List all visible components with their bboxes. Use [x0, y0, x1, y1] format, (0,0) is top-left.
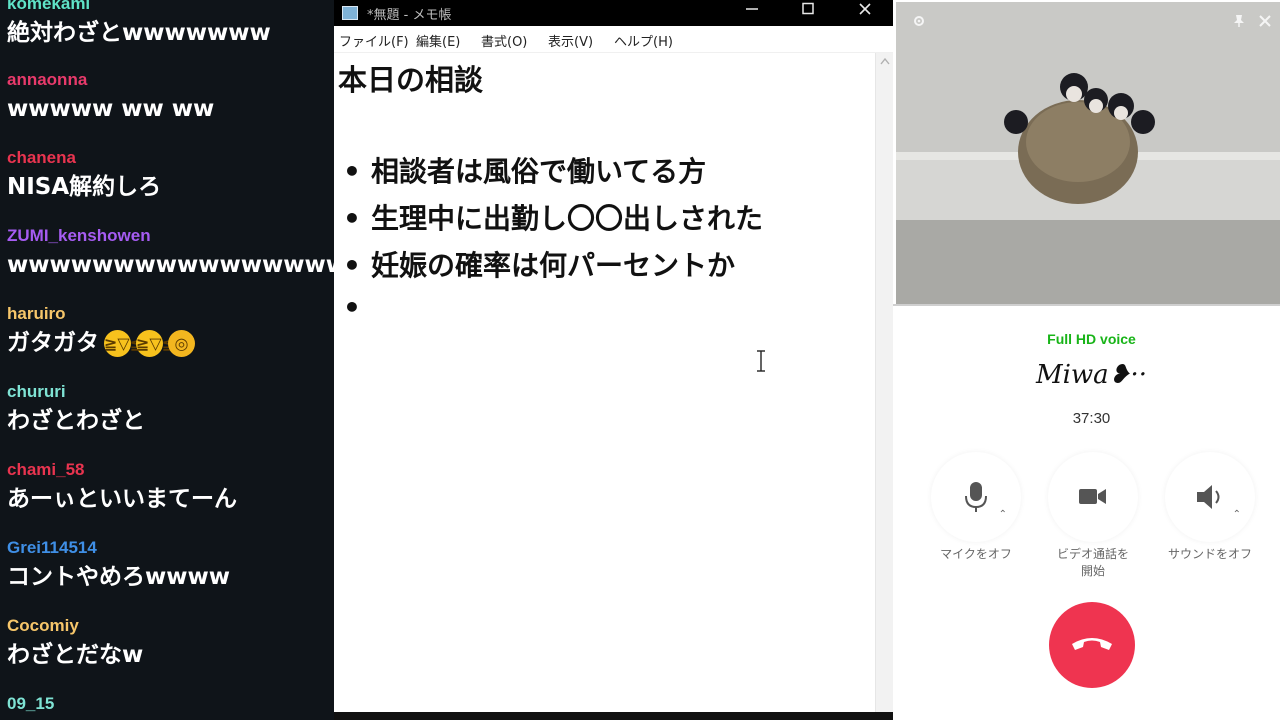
- maximize-icon: [802, 2, 814, 15]
- hang-up-phone-icon: [1072, 638, 1112, 650]
- chat-username: annaonna: [7, 70, 88, 89]
- start-video-label: ビデオ通話を 開始: [1035, 546, 1151, 580]
- chat-text: NISA解約しろ: [7, 174, 162, 200]
- chat-message: Grei114514 コントやめろwwww: [7, 537, 334, 593]
- close-icon: [859, 3, 871, 15]
- scream-emoji: ◎: [168, 330, 195, 357]
- video-camera-icon: [1079, 489, 1106, 504]
- bullet-text: 相談者は風俗で働いてる方: [371, 155, 707, 188]
- bullet-dot: •: [343, 155, 361, 188]
- mute-sound-button[interactable]: ⌃: [1165, 452, 1255, 542]
- end-call-button[interactable]: [1049, 602, 1135, 688]
- vertical-scrollbar[interactable]: [875, 53, 894, 713]
- bullet-text: 妊娠の確率は何パーセントか: [371, 249, 736, 282]
- chat-message: komekami 絶対わざとwwwwwww: [7, 0, 334, 49]
- close-icon[interactable]: [1258, 14, 1272, 28]
- chat-message: chururi わざとわざと: [7, 381, 334, 437]
- mute-mic-button[interactable]: ⌃: [931, 452, 1021, 542]
- notepad-bottom-edge: [334, 712, 893, 720]
- note-heading: 本日の相談: [338, 63, 484, 97]
- note-bullet: • 妊娠の確率は何パーセントか: [343, 244, 735, 284]
- note-bullet: •: [343, 291, 371, 324]
- minimize-icon: [746, 8, 758, 10]
- start-video-button[interactable]: [1048, 452, 1138, 542]
- note-bullet: • 生理中に出勤し〇〇出しされた: [343, 197, 763, 237]
- start-video-label-line1: ビデオ通話を: [1056, 547, 1129, 561]
- divider: [893, 304, 1280, 306]
- chat-message: chanena NISA解約しろ: [7, 147, 334, 203]
- bullet-dot: •: [343, 291, 361, 324]
- menu-help[interactable]: ヘルプ(H): [614, 31, 673, 50]
- window-title: *無題 - メモ帳: [367, 8, 452, 23]
- maximize-button[interactable]: [790, 0, 826, 22]
- menu-view[interactable]: 表示(V): [548, 31, 593, 50]
- menu-file[interactable]: ファイル(F): [339, 31, 409, 50]
- chat-text: ガタガタ ≧▽≦≧▽≦◎: [7, 327, 334, 359]
- chat-message: ZUMI_kenshowen wwwwwwwwwwwwwwwwwww: [7, 225, 334, 281]
- chat-text: わざとだなw: [7, 642, 144, 668]
- swallow-nest-image: [896, 2, 1280, 304]
- chat-text-content: ガタガタ: [7, 330, 99, 356]
- chat-text: wwwwwwwwwwwwwwwwwww: [7, 252, 334, 278]
- menu-edit[interactable]: 編集(E): [416, 31, 460, 50]
- window-titlebar[interactable]: *無題 - メモ帳: [334, 0, 893, 26]
- menu-bar: ファイル(F) 編集(E) 書式(O) 表示(V) ヘルプ(H): [334, 27, 893, 53]
- start-video-label-line2: 開始: [1080, 564, 1105, 578]
- note-bullet: • 相談者は風俗で働いてる方: [343, 150, 706, 190]
- chat-panel: komekami 絶対わざとwwwwwww annaonna wwwww ww …: [0, 0, 334, 720]
- bullet-dot: •: [343, 202, 361, 235]
- chat-username: chururi: [7, 382, 66, 401]
- call-timer: 37:30: [1072, 410, 1111, 427]
- call-quality-label: Full HD voice: [1047, 331, 1136, 347]
- bullet-dot: •: [343, 249, 361, 282]
- chat-message: haruiro ガタガタ ≧▽≦≧▽≦◎: [7, 303, 334, 359]
- close-button[interactable]: [847, 0, 883, 22]
- chat-text: 絶対わざとwwwwwww: [7, 20, 271, 46]
- chat-message: 09_15: [7, 693, 334, 715]
- chat-username: chami_58: [7, 460, 85, 479]
- menu-format[interactable]: 書式(O): [481, 31, 527, 50]
- text-editor[interactable]: 本日の相談 • 相談者は風俗で働いてる方 • 生理中に出勤し〇〇出しされた • 妊娠の…: [334, 53, 875, 713]
- camera-preview: [896, 2, 1280, 304]
- mute-sound-label: サウンドをオフ: [1167, 547, 1252, 561]
- chat-username: haruiro: [7, 304, 66, 323]
- chevron-up-icon[interactable]: ⌃: [999, 509, 1007, 520]
- chat-username: 09_15: [7, 694, 55, 713]
- chat-username: komekami: [7, 0, 91, 13]
- notepad-window: *無題 - メモ帳 ファイル(F) 編集(E) 書式(O) 表示(V) ヘルプ(…: [334, 0, 894, 713]
- speaker-icon: [1197, 485, 1220, 509]
- ibeam-cursor-icon: [757, 350, 765, 372]
- chat-text: wwwww ww ww: [7, 96, 215, 122]
- chat-username: ZUMI_kenshowen: [7, 226, 151, 245]
- pin-icon[interactable]: [1232, 14, 1246, 28]
- mute-mic-label: マイクをオフ: [940, 547, 1012, 561]
- chat-username: Grei114514: [7, 538, 97, 557]
- chat-username: Cocomiy: [7, 616, 79, 635]
- bullet-text: 生理中に出勤し〇〇出しされた: [371, 202, 764, 235]
- chat-text: コントやめろwwww: [7, 564, 230, 590]
- rofl-emoji: ≧▽≦: [136, 330, 175, 357]
- contact-name: Miwa❥··: [1035, 360, 1147, 390]
- minimize-button[interactable]: [734, 0, 770, 22]
- chevron-up-icon[interactable]: ⌃: [1233, 509, 1241, 520]
- microphone-icon: [965, 482, 987, 512]
- chat-message: chami_58 あーぃといいまてーん: [7, 459, 334, 515]
- settings-gear-icon[interactable]: [912, 14, 926, 28]
- chat-message: Cocomiy わざとだなw: [7, 615, 334, 671]
- notepad-app-icon: [342, 6, 358, 20]
- voice-call-panel: Full HD voice Miwa❥·· 37:30 ⌃ ⌃ マイクをオフ ビ…: [893, 0, 1280, 720]
- chat-username: chanena: [7, 148, 76, 167]
- chat-text: あーぃといいまてーん: [7, 486, 237, 512]
- chat-message: annaonna wwwww ww ww: [7, 69, 334, 125]
- rofl-emoji: ≧▽≦: [104, 330, 143, 357]
- scroll-up-icon[interactable]: [880, 57, 890, 65]
- chat-text: わざとわざと: [7, 408, 145, 434]
